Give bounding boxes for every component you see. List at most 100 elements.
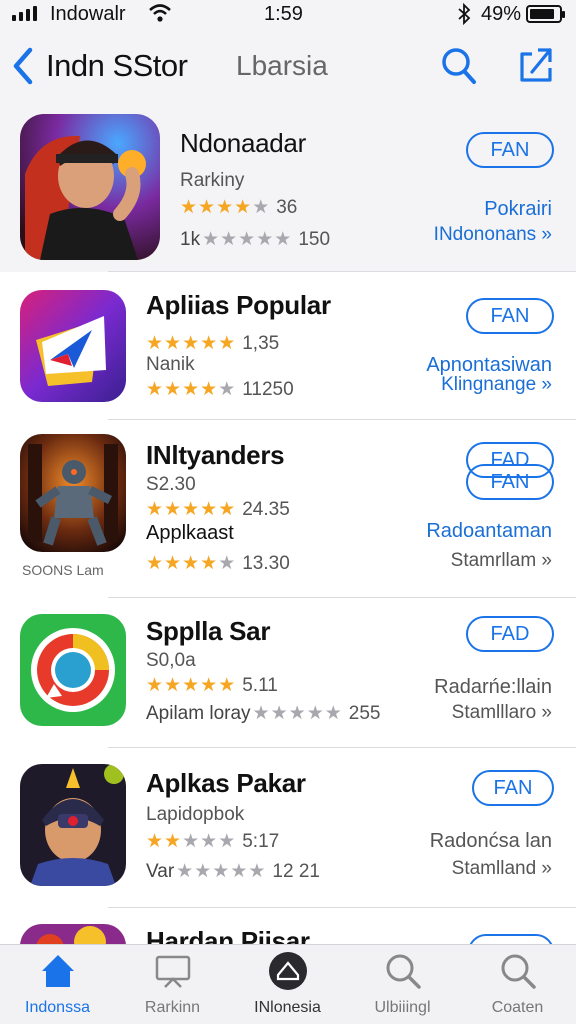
send-app-icon[interactable]: [20, 290, 126, 402]
star-rating: ★★★★★: [146, 499, 237, 520]
rating-row: Apilam loray ★★★★★ 255: [146, 702, 380, 725]
tab-label: Rarkinn: [144, 999, 201, 1016]
bluetooth-icon: [456, 2, 472, 32]
tab-label: INlonesia: [254, 999, 321, 1016]
search-icon[interactable]: [440, 46, 478, 91]
get-button[interactable]: FAD: [466, 442, 554, 478]
get-button[interactable]: FAN: [466, 298, 554, 334]
rating-row: Var ★★★★★ 12 21: [146, 860, 320, 883]
rating-label: 1k: [180, 228, 201, 250]
rating-value: 5.11: [242, 674, 278, 696]
search-icon: [501, 954, 536, 989]
app-more-link[interactable]: Stamlllaro »: [452, 702, 552, 724]
game-app-icon[interactable]: [20, 114, 160, 260]
list-item[interactable]: SOONS Lam INltyanders S2.30 ★★★★★ 24.35 …: [0, 420, 576, 598]
app-link[interactable]: Radarńe:llain: [434, 676, 552, 699]
app-price: S0,0a: [146, 650, 196, 671]
star-rating: ★★★★★: [146, 831, 237, 852]
rating-value: 150: [298, 228, 331, 250]
app-category: Nanik: [146, 354, 195, 375]
tab-label: Coaten: [491, 999, 544, 1016]
get-button[interactable]: FAD: [466, 616, 554, 652]
robot-game-icon[interactable]: [20, 434, 126, 552]
app-link[interactable]: Radonćsa lan: [430, 830, 552, 853]
star-rating: ★★★★★: [146, 333, 237, 354]
clock-time: 1:59: [264, 3, 303, 25]
status-bar: Indowalr 1:59 49%: [0, 0, 576, 30]
rating-value: 13.30: [242, 552, 290, 574]
chart-icon: [155, 955, 190, 988]
app-name[interactable]: Apliias Popular: [146, 290, 331, 321]
app-link[interactable]: Radoantaman: [426, 520, 552, 543]
tab-search-2[interactable]: Coaten: [460, 951, 575, 1023]
app-more-link[interactable]: INdononans »: [434, 224, 552, 246]
rating-row: ★★★★★ 11250: [146, 378, 294, 401]
tab-home[interactable]: Indonssa: [0, 951, 115, 1023]
search-icon: [386, 954, 421, 989]
list-item[interactable]: Apliias Popular ★★★★★ 1,35 Nanik ★★★★★ 1…: [0, 272, 576, 500]
app-name[interactable]: Spplla Sar: [146, 616, 270, 647]
battery-percent: 49%: [481, 3, 522, 25]
chevron-left-icon[interactable]: [10, 44, 36, 93]
carrier-name: Indowalr: [50, 3, 126, 25]
star-rating: ★★★★★: [176, 861, 267, 882]
tab-label: Ulbiiingl: [374, 999, 431, 1016]
browser-app-icon[interactable]: [20, 614, 126, 726]
rating-value: 5:17: [242, 830, 280, 852]
app-name[interactable]: Aplkas Pakar: [146, 768, 306, 799]
star-rating: ★★★★★: [180, 197, 271, 218]
battery-icon: [526, 5, 565, 23]
star-rating: ★★★★★: [146, 675, 237, 696]
app-caption: SOONS Lam: [22, 562, 104, 578]
app-more-link[interactable]: Stamrllam »: [451, 550, 552, 572]
rating-row: ★★★★★ 24.35: [146, 498, 290, 521]
wifi-icon: [148, 2, 172, 30]
rating-value: 1,35: [242, 332, 280, 354]
list-item[interactable]: Aplkas Pakar Lapidopbok ★★★★★ 5:17 Var ★…: [0, 748, 576, 908]
list-item[interactable]: Hardan Pijsar FAN: [0, 908, 576, 948]
rating-value: 11250: [242, 378, 294, 400]
app-category: Applkaast: [146, 522, 234, 544]
app-list: Ndonaadar Rarkiny ★★★★★ 36 1k ★★★★★ 150 …: [0, 104, 576, 948]
app-category: Lapidopbok: [146, 804, 245, 825]
get-button[interactable]: FAN: [472, 770, 554, 806]
app-name[interactable]: Ndonaadar: [180, 128, 306, 159]
signal-icon: [12, 5, 37, 21]
get-button[interactable]: FAN: [466, 132, 554, 168]
rating-value: 12 21: [272, 860, 320, 882]
rating-row: ★★★★★ 13.30: [146, 552, 290, 575]
tab-ranking[interactable]: Rarkinn: [115, 951, 230, 1023]
app-name[interactable]: INltyanders: [146, 440, 285, 471]
warrior-game-icon[interactable]: [20, 764, 126, 886]
star-rating: ★★★★★: [146, 553, 237, 574]
rating-row: ★★★★★ 36: [180, 196, 297, 219]
rating-value: 36: [276, 196, 298, 218]
rating-row: ★★★★★ 1,35: [146, 332, 279, 355]
app-price: S2.30: [146, 474, 196, 495]
app-more-link[interactable]: Klingnange »: [441, 374, 552, 396]
page-subtitle[interactable]: Lbarsia: [236, 50, 328, 82]
rating-value: 255: [348, 702, 381, 724]
rating-row: ★★★★★ 5.11: [146, 674, 278, 697]
star-rating: ★★★★★: [146, 379, 237, 400]
app-category: Rarkiny: [180, 170, 245, 191]
tab-search[interactable]: Ulbiiingl: [345, 951, 460, 1023]
list-item[interactable]: Spplla Sar S0,0a ★★★★★ 5.11 Apilam loray…: [0, 598, 576, 748]
rating-value: 24.35: [242, 498, 290, 520]
home-icon: [41, 955, 74, 987]
star-rating: ★★★★★: [202, 229, 293, 250]
app-link[interactable]: Pokrairi: [484, 198, 552, 221]
navigation-bar: Indn SStor Lbarsia: [0, 30, 576, 104]
page-title: Indn SStor: [46, 48, 188, 83]
list-item[interactable]: Ndonaadar Rarkiny ★★★★★ 36 1k ★★★★★ 150 …: [0, 104, 576, 272]
share-icon[interactable]: [518, 44, 556, 89]
rating-row: ★★★★★ 5:17: [146, 830, 279, 853]
tab-apps[interactable]: INlonesia: [230, 951, 345, 1023]
tab-label: Indonssa: [25, 999, 90, 1016]
rating-label: Var: [146, 860, 175, 882]
rating-row: 1k ★★★★★ 150: [180, 228, 330, 251]
rating-label: Apilam loray: [146, 702, 251, 724]
app-more-link[interactable]: Stamlland »: [452, 858, 552, 880]
star-rating: ★★★★★: [252, 703, 343, 724]
apps-icon: [268, 952, 307, 990]
